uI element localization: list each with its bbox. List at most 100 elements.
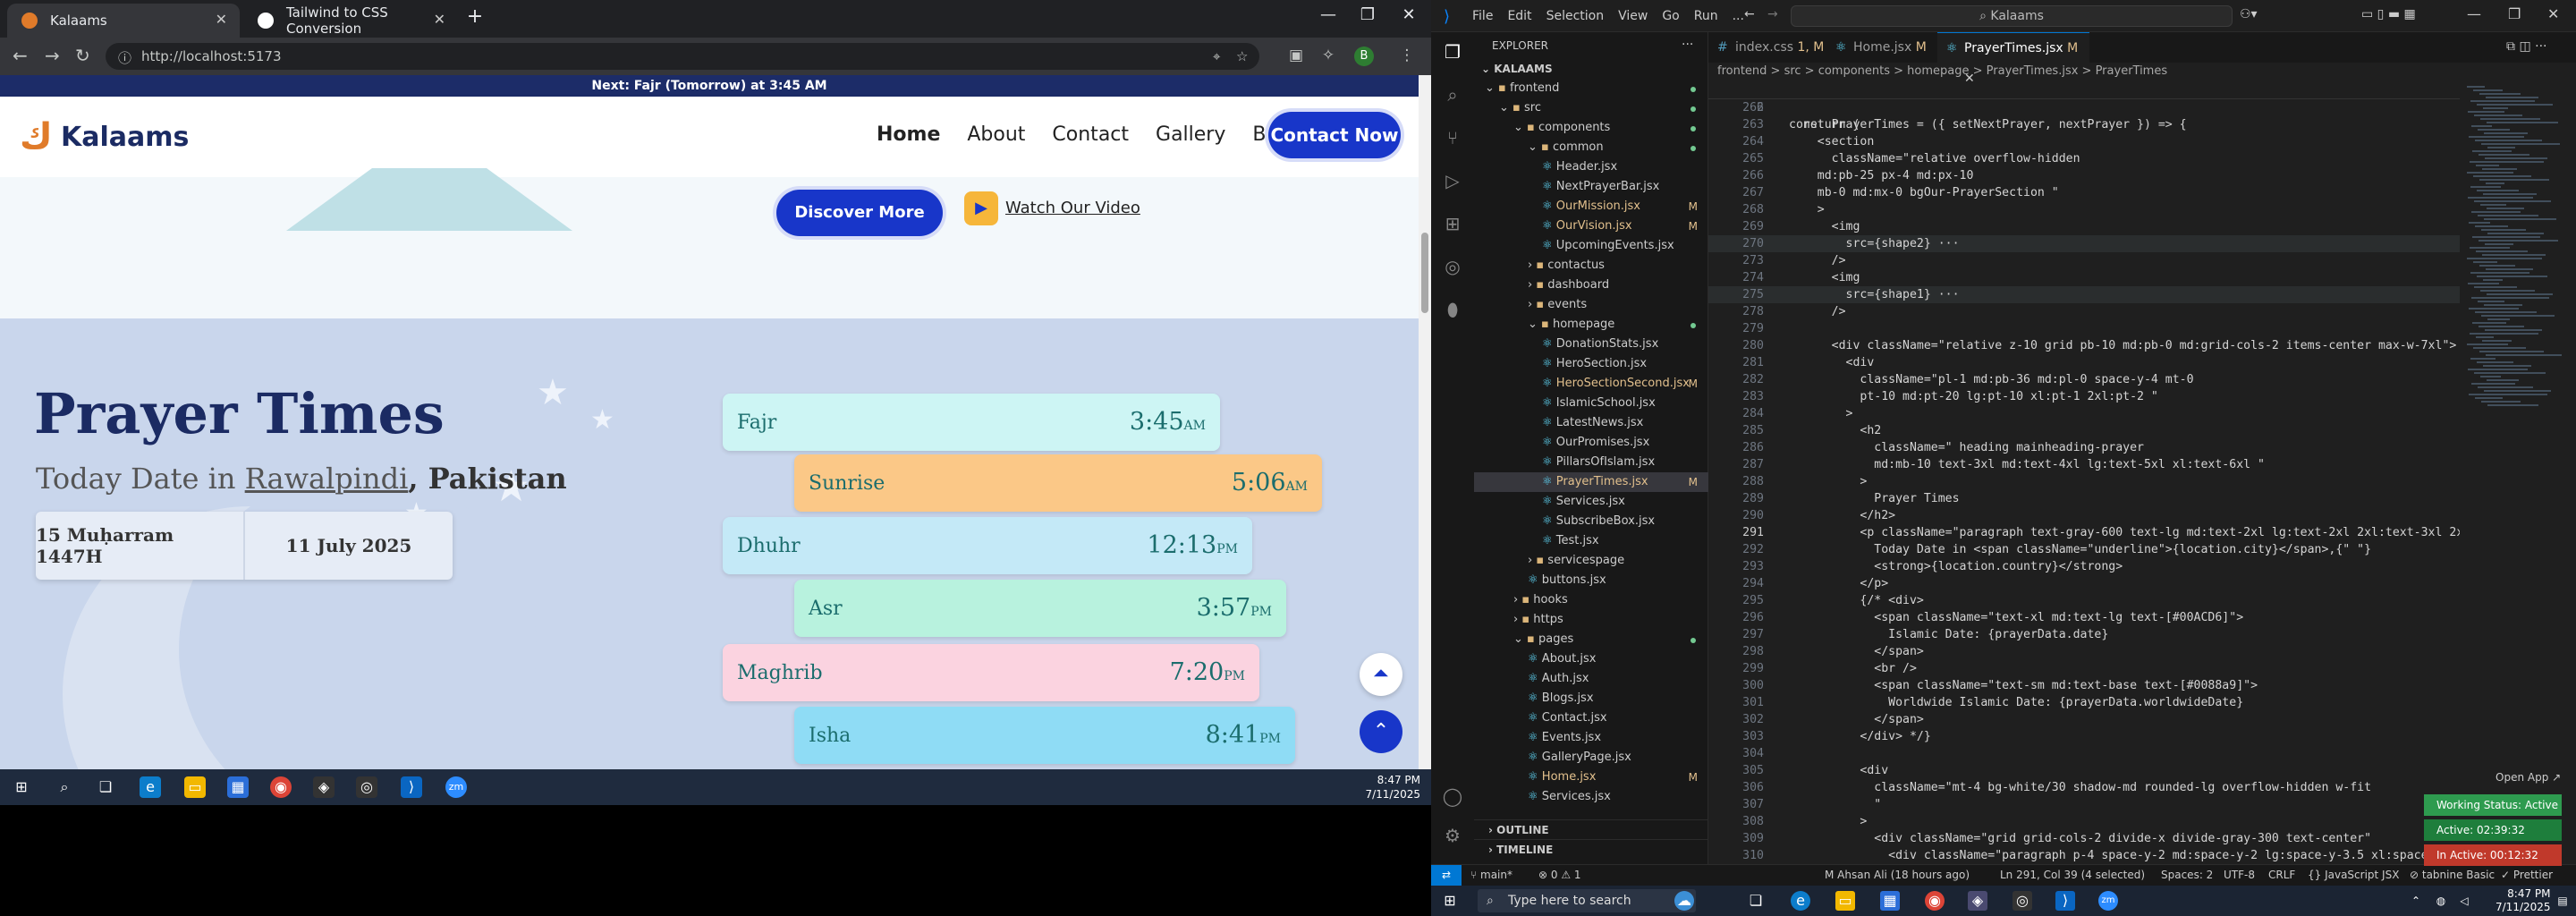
close-icon[interactable]: ✕: [2547, 5, 2559, 22]
code-line[interactable]: 279: [1708, 320, 2460, 337]
tree-file[interactable]: ⚛ HeroSection.jsx: [1474, 354, 1708, 374]
timeline-section[interactable]: › TIMELINE: [1474, 839, 1708, 859]
outline-section[interactable]: › OUTLINE: [1474, 819, 1708, 839]
tree-file[interactable]: ⚛ Contact.jsx: [1474, 708, 1708, 728]
windows-start-icon[interactable]: ⊞: [1440, 891, 1460, 911]
source-control-icon[interactable]: ⑂: [1442, 127, 1463, 148]
code-line[interactable]: 296 <span className="text-xl md:text-lg …: [1708, 609, 2460, 626]
tab-prayertimes-jsx[interactable]: ⚛ PrayerTimes.jsx M ✕: [1937, 32, 2089, 86]
menu-file[interactable]: File: [1472, 9, 1493, 23]
github-desktop-icon[interactable]: ◈: [313, 776, 335, 798]
tab-kalaams[interactable]: Kalaams ✕: [7, 4, 240, 38]
puzzle-icon[interactable]: ✧: [1318, 47, 1338, 66]
code-line[interactable]: 302 </span>: [1708, 711, 2460, 728]
prayer-widget-icon[interactable]: ⏶: [1360, 653, 1402, 696]
tree-file[interactable]: ⚛ UpcomingEvents.jsx: [1474, 236, 1708, 256]
nav-about[interactable]: About: [967, 123, 1025, 146]
tab-home-jsx[interactable]: ⚛ Home.jsx M: [1826, 32, 1937, 63]
eol[interactable]: CRLF: [2268, 865, 2295, 885]
close-tab-icon[interactable]: ✕: [216, 11, 227, 28]
tree-file[interactable]: ⚛ PillarsOfIslam.jsx: [1474, 453, 1708, 472]
extension-icon[interactable]: ▣: [1286, 47, 1306, 66]
code-line[interactable]: 264 <section: [1708, 133, 2460, 150]
code-line[interactable]: 300 <span className="text-sm md:text-bas…: [1708, 677, 2460, 694]
volume-icon[interactable]: ◁: [2454, 891, 2474, 911]
code-line[interactable]: 292 Today Date in <span className="under…: [1708, 541, 2460, 558]
scrollbar-thumb[interactable]: [1421, 233, 1428, 313]
copilot-icon[interactable]: ⚇▾: [2240, 7, 2258, 21]
tree-folder[interactable]: ⌄ ▪ pages: [1474, 630, 1708, 649]
close-tab-icon[interactable]: ✕: [434, 11, 445, 28]
zoom-icon[interactable]: zm: [445, 776, 467, 798]
code-line[interactable]: 297 Islamic Date: {prayerData.date}: [1708, 626, 2460, 643]
code-line[interactable]: 285 <h2: [1708, 422, 2460, 439]
code-line[interactable]: 263 return (: [1708, 116, 2460, 133]
code-line[interactable]: 281 <div: [1708, 354, 2460, 371]
tab-index-css[interactable]: # index.css 1, M: [1708, 32, 1826, 63]
menu-run[interactable]: Run: [1694, 9, 1718, 23]
code-line[interactable]: 310 <div className="paragraph p-4 space-…: [1708, 847, 2460, 864]
location-icon[interactable]: ⌖: [1213, 48, 1220, 64]
nav-home[interactable]: Home: [877, 123, 940, 146]
tray-chevron-icon[interactable]: ⌃: [2406, 891, 2426, 911]
tree-folder[interactable]: › ▪ contactus: [1474, 256, 1708, 276]
tree-file[interactable]: ⚛ DonationStats.jsx: [1474, 335, 1708, 354]
page-scrollbar[interactable]: [1419, 75, 1431, 769]
tree-file[interactable]: ⚛ Services.jsx: [1474, 787, 1708, 807]
workspace-root[interactable]: ⌄ KALAAMS: [1474, 59, 1708, 79]
tree-file[interactable]: ⚛ buttons.jsx: [1474, 571, 1708, 590]
discover-more-button[interactable]: Discover More: [776, 190, 943, 236]
code-line[interactable]: 308 >: [1708, 813, 2460, 830]
scroll-top-button[interactable]: ⌃: [1360, 710, 1402, 753]
mongodb-icon[interactable]: ⬮: [1442, 299, 1463, 320]
cursor-position[interactable]: Ln 291, Col 39 (4 selected): [2000, 865, 2145, 885]
chrome-icon[interactable]: ◉: [1925, 891, 1945, 911]
tree-file[interactable]: ⚛ Auth.jsx: [1474, 669, 1708, 689]
code-line[interactable]: 266 md:pb-25 px-4 md:px-10: [1708, 167, 2460, 184]
back-icon[interactable]: ←: [13, 45, 28, 66]
tree-file[interactable]: ⚛ Test.jsx: [1474, 531, 1708, 551]
code-line[interactable]: 306 className="mt-4 bg-white/30 shadow-m…: [1708, 779, 2460, 796]
search-icon[interactable]: ⌕: [54, 776, 75, 798]
nav-back-icon[interactable]: ←: [1744, 7, 1755, 21]
tree-folder[interactable]: › ▪ https: [1474, 610, 1708, 630]
code-line[interactable]: 305 <div: [1708, 762, 2460, 779]
prettier-status[interactable]: ✓ Prettier: [2501, 865, 2553, 885]
tree-file[interactable]: ⚛ LatestNews.jsx: [1474, 413, 1708, 433]
network-icon[interactable]: ◍: [2431, 891, 2451, 911]
more-actions-icon[interactable]: ···: [1682, 38, 1693, 52]
tree-file[interactable]: ⚛ NextPrayerBar.jsx: [1474, 177, 1708, 197]
tab-tailwind[interactable]: Tailwind to CSS Conversion ✕: [243, 4, 458, 38]
code-line[interactable]: 278 />: [1708, 303, 2460, 320]
nav-gallery[interactable]: Gallery: [1156, 123, 1225, 146]
tree-folder[interactable]: ⌄ ▪ components: [1474, 118, 1708, 138]
tree-file[interactable]: ⚛ OurPromises.jsx: [1474, 433, 1708, 453]
menu-kebab-icon[interactable]: ⋮: [1397, 47, 1417, 66]
restore-icon[interactable]: ❐: [2508, 5, 2521, 22]
nav-forward-icon[interactable]: →: [1767, 7, 1778, 21]
code-line[interactable]: 282 className="pl-1 md:pb-36 md:pl-0 spa…: [1708, 371, 2460, 388]
edge-icon[interactable]: e: [140, 776, 161, 798]
close-window-icon[interactable]: ✕: [1395, 5, 1422, 24]
task-view-icon[interactable]: ❏: [95, 776, 116, 798]
windows-start-icon[interactable]: ⊞: [11, 776, 32, 798]
editor-actions-icon[interactable]: ⧉ ◫ ···: [2506, 39, 2546, 54]
bookmark-star-icon[interactable]: ☆: [1236, 48, 1248, 64]
store-icon[interactable]: ▦: [227, 776, 249, 798]
run-debug-icon[interactable]: ▷: [1442, 170, 1463, 191]
code-line[interactable]: 303 </div> */}: [1708, 728, 2460, 745]
code-line[interactable]: 294 </p>: [1708, 575, 2460, 592]
chrome-icon[interactable]: ◉: [270, 776, 292, 798]
store-icon[interactable]: ▦: [1880, 891, 1900, 911]
tree-folder[interactable]: › ▪ servicespage: [1474, 551, 1708, 571]
menu-go[interactable]: Go: [1662, 9, 1679, 23]
code-line[interactable]: 280 <div className="relative z-10 grid p…: [1708, 337, 2460, 354]
encoding[interactable]: UTF-8: [2224, 865, 2255, 885]
minimize-icon[interactable]: —: [1315, 5, 1342, 24]
restore-icon[interactable]: ❐: [1354, 5, 1381, 24]
new-tab-button[interactable]: +: [462, 5, 488, 28]
tree-file[interactable]: ⚛ Blogs.jsx: [1474, 689, 1708, 708]
weather-icon[interactable]: ☁: [1674, 891, 1694, 911]
tree-file[interactable]: ⚛ PrayerTimes.jsx M: [1474, 472, 1708, 492]
github-icon[interactable]: ◎: [2012, 891, 2032, 911]
